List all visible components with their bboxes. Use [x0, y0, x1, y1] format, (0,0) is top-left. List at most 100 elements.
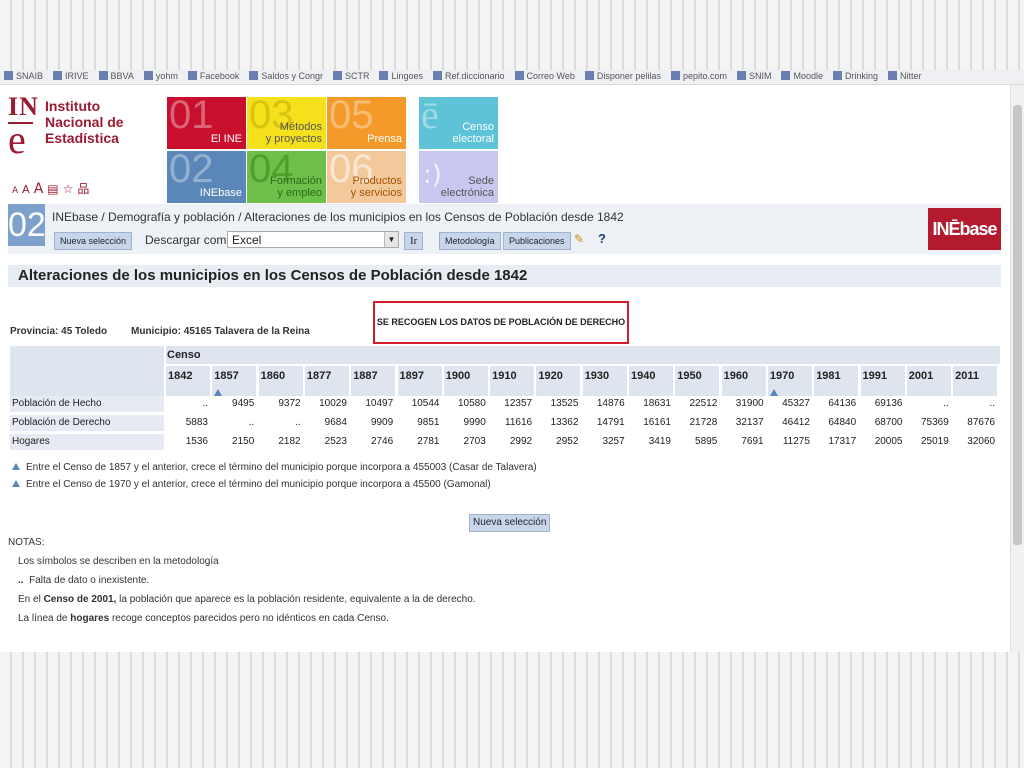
- nueva-seleccion-bottom-button[interactable]: Nueva selección: [469, 514, 551, 532]
- ir-button[interactable]: Ir: [404, 232, 424, 250]
- table-cell: 22512: [689, 398, 718, 409]
- sitemap-icon[interactable]: 品: [77, 182, 89, 196]
- tile-censo-electoral[interactable]: ē Censo electoral: [419, 97, 498, 149]
- note-text: En el: [18, 594, 44, 605]
- bookmark-item[interactable]: Lingoes: [379, 71, 423, 81]
- bookmark-label: IRIVE: [65, 71, 89, 81]
- font-large-icon[interactable]: A: [34, 181, 44, 197]
- year-label: 1842: [168, 370, 193, 382]
- table-cell: 10029: [319, 398, 347, 409]
- bookmark-label: Lingoes: [391, 71, 423, 81]
- table-cell: 17317: [828, 436, 857, 447]
- bookmark-favicon-icon: [143, 71, 153, 80]
- table-cell: 14876: [596, 398, 625, 409]
- year-header: 1960: [721, 366, 766, 396]
- tile-inebase[interactable]: 02 INEbase: [167, 151, 246, 203]
- font-small-icon[interactable]: A: [12, 186, 18, 196]
- table-censo-header: Censo: [166, 346, 1000, 364]
- palette-icon[interactable]: ✎: [574, 232, 588, 246]
- tile-sede-electronica[interactable]: :) Sede electrónica: [419, 151, 498, 203]
- table-cell: 10580: [457, 398, 486, 409]
- bookmark-item[interactable]: Facebook: [187, 71, 239, 81]
- tile-label-line: y proyectos: [265, 133, 322, 145]
- bookmark-item[interactable]: IRIVE: [53, 71, 89, 81]
- bookmark-label: SCTR: [344, 71, 370, 81]
- bookmark-favicon-icon: [379, 71, 389, 80]
- tile-productos[interactable]: 06 Productos y servicios: [327, 151, 406, 203]
- year-header: 1857: [212, 366, 257, 396]
- chevron-down-icon[interactable]: ▼: [384, 232, 398, 247]
- scrollbar-thumb[interactable]: [1013, 105, 1022, 545]
- bookmark-label: Disponer pelilas: [596, 71, 661, 81]
- nueva-seleccion-button[interactable]: Nueva selección: [54, 232, 133, 250]
- year-label: 1970: [769, 370, 795, 382]
- bookmark-item[interactable]: Saldos y Congr: [249, 71, 323, 81]
- triangle-marker-icon: [769, 389, 778, 396]
- tile-label: Censo electoral: [452, 121, 494, 145]
- bookmark-item[interactable]: SNIM: [736, 71, 771, 81]
- bookmark-favicon-icon: [736, 71, 746, 80]
- year-header: 1900: [443, 366, 488, 396]
- bookmark-item[interactable]: Ref.diccionario: [433, 71, 505, 81]
- table-cell: 64136: [828, 398, 857, 409]
- table-cell: 9372: [278, 398, 301, 409]
- help-icon[interactable]: ?: [598, 231, 606, 246]
- metodologia-button[interactable]: Metodología: [439, 232, 501, 250]
- bookmark-item[interactable]: Nitter: [888, 71, 922, 81]
- table-cell: 9684: [324, 417, 347, 428]
- favorite-star-icon[interactable]: ☆: [63, 182, 74, 196]
- bookmark-item[interactable]: SNAIB: [4, 71, 43, 81]
- bookmark-item[interactable]: Moodle: [781, 71, 823, 81]
- slide-background-bottom: [0, 652, 1024, 768]
- bookmark-favicon-icon: [584, 71, 594, 80]
- table-cell: 10497: [365, 398, 394, 409]
- table-cell: 2992: [509, 436, 533, 447]
- bookmark-label: SNAIB: [16, 71, 44, 81]
- bookmark-item[interactable]: SCTR: [332, 71, 370, 81]
- descargar-como-label: Descargar como: [145, 233, 234, 247]
- year-header: 1930: [582, 366, 627, 396]
- bookmark-item[interactable]: Drinking: [833, 71, 878, 81]
- table-cell: 12357: [504, 398, 533, 409]
- tile-prensa[interactable]: 05 Prensa: [327, 97, 406, 149]
- note-text: la población que aparece es la población…: [116, 594, 476, 605]
- table-cell: ..: [202, 398, 208, 409]
- bookmark-favicon-icon: [888, 71, 898, 80]
- table-cell: 46412: [782, 417, 810, 428]
- ine-logo[interactable]: IN e Instituto Nacional de Estadística A…: [8, 94, 158, 214]
- table-cell: 10544: [411, 398, 440, 409]
- bookmark-item[interactable]: Correo Web: [514, 71, 575, 81]
- year-label: 1930: [584, 370, 610, 382]
- table-cell: 64840: [828, 417, 857, 428]
- bookmark-label: Ref.diccionario: [445, 71, 505, 81]
- table-cell: 21728: [689, 417, 718, 428]
- tile-formacion[interactable]: 04 Formación y empleo: [247, 151, 326, 203]
- row-label: Población de Hecho: [10, 396, 164, 412]
- year-header: 1842: [166, 366, 210, 396]
- inebase-logo[interactable]: INĒbase: [928, 208, 1001, 250]
- font-medium-icon[interactable]: A: [22, 183, 30, 196]
- table-cell: 25019: [920, 436, 949, 447]
- bookmark-item[interactable]: pepito.com: [670, 71, 727, 81]
- year-header: 1910: [490, 366, 535, 396]
- notas-title: NOTAS:: [8, 537, 45, 548]
- table-cell: 9851: [417, 417, 440, 428]
- footnote-1970: Entre el Censo de 1970 y el anterior, cr…: [12, 479, 491, 490]
- tile-metodos[interactable]: 03 Métodos y proyectos: [247, 97, 326, 149]
- print-icon[interactable]: ▤: [47, 182, 58, 196]
- publicaciones-button[interactable]: Publicaciones: [503, 232, 571, 250]
- bookmark-item[interactable]: yohm: [143, 71, 178, 81]
- breadcrumb[interactable]: INEbase / Demografía y población / Alter…: [52, 210, 624, 224]
- tile-el-ine[interactable]: 01 El INE: [167, 97, 246, 149]
- bookmark-label: Nitter: [900, 71, 922, 81]
- inebase-toolbar: 02 INEbase / Demografía y población / Al…: [8, 204, 1001, 254]
- table-cell: 75369: [920, 417, 949, 428]
- download-format-select[interactable]: Excel ▼: [227, 231, 399, 248]
- table-cell: 45327: [782, 398, 810, 409]
- bookmark-item[interactable]: BBVA: [98, 71, 134, 81]
- vertical-scrollbar[interactable]: [1010, 85, 1024, 652]
- bookmark-favicon-icon: [249, 71, 259, 80]
- table-year-headers: 1842 1857 1860 1877 1887 1897 1900 1910 1920 1930…: [166, 366, 1000, 396]
- bookmark-item[interactable]: Disponer pelilas: [584, 71, 661, 81]
- table-cell: 20005: [874, 436, 903, 447]
